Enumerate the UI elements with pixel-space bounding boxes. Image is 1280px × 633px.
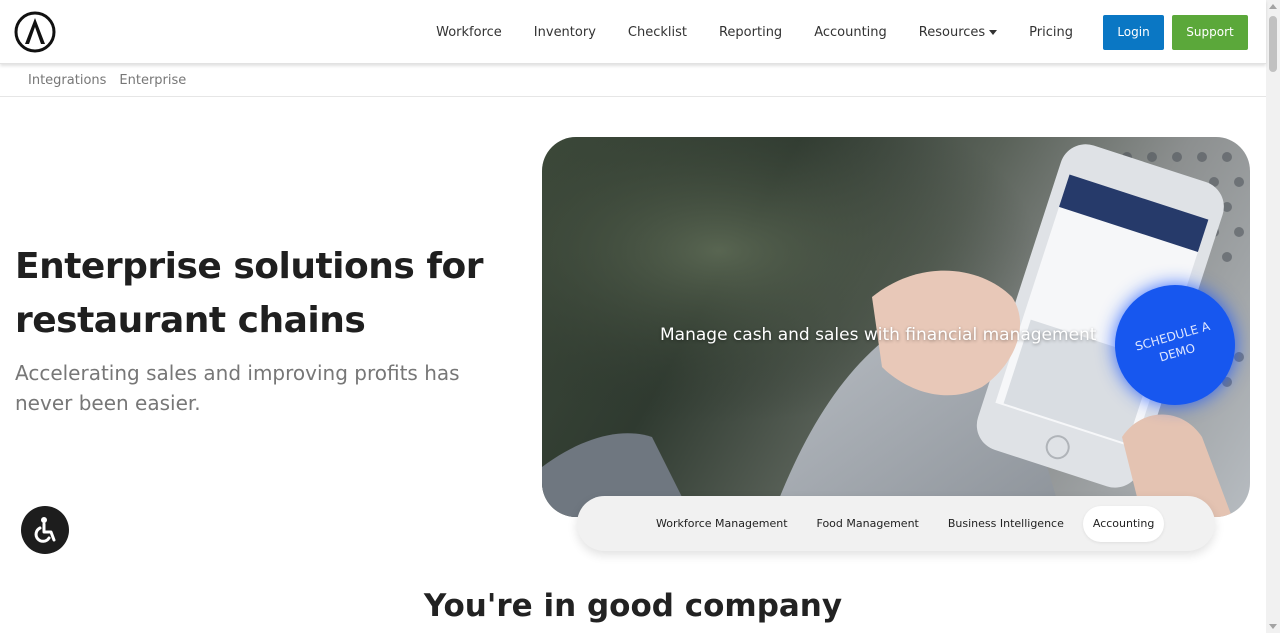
nav-checklist[interactable]: Checklist xyxy=(628,25,687,40)
page-scrollbar[interactable] xyxy=(1266,0,1280,633)
nav-resources-label: Resources xyxy=(918,24,986,40)
support-button[interactable]: Support xyxy=(1172,14,1248,50)
tab-food-management[interactable]: Food Management xyxy=(807,506,929,542)
tab-accounting[interactable]: Accounting xyxy=(1082,505,1165,542)
accessibility-icon xyxy=(34,517,56,543)
sub-navbar: Integrations Enterprise xyxy=(0,64,1266,97)
scrollbar-thumb[interactable] xyxy=(1269,16,1277,72)
nav-accounting[interactable]: Accounting xyxy=(814,25,887,40)
hero-card-caption: Manage cash and sales with financial man… xyxy=(660,325,1097,345)
hero-media-card: Manage cash and sales with financial man… xyxy=(542,137,1250,517)
logo-icon[interactable] xyxy=(14,11,56,53)
section-title: You're in good company xyxy=(423,588,843,624)
login-button[interactable]: Login xyxy=(1103,14,1164,50)
hero-title: Enterprise solutions for restaurant chai… xyxy=(15,246,484,341)
hero-subtitle: Accelerating sales and improving profits… xyxy=(15,361,460,415)
nav-resources-dropdown[interactable]: Resources xyxy=(918,24,998,40)
feature-tabs: Workforce Management Food Management Bus… xyxy=(577,496,1215,551)
nav-reporting[interactable]: Reporting xyxy=(719,25,782,40)
nav-workforce[interactable]: Workforce xyxy=(436,25,502,40)
schedule-demo-label: SCHEDULE A DEMO xyxy=(1133,319,1212,365)
nav-pricing[interactable]: Pricing xyxy=(1029,25,1073,40)
subnav-enterprise[interactable]: Enterprise xyxy=(119,73,186,88)
tab-workforce-management[interactable]: Workforce Management xyxy=(646,506,798,542)
accessibility-button[interactable] xyxy=(21,506,69,554)
main-nav: Workforce Inventory Checklist Reporting … xyxy=(436,14,1248,50)
top-navbar: Workforce Inventory Checklist Reporting … xyxy=(0,0,1266,64)
scroll-down-icon[interactable] xyxy=(1269,624,1277,629)
tab-business-intelligence[interactable]: Business Intelligence xyxy=(938,506,1074,542)
subnav-integrations[interactable]: Integrations xyxy=(28,73,106,88)
caret-down-icon xyxy=(989,29,998,35)
scroll-up-icon[interactable] xyxy=(1269,4,1277,9)
nav-inventory[interactable]: Inventory xyxy=(534,25,596,40)
